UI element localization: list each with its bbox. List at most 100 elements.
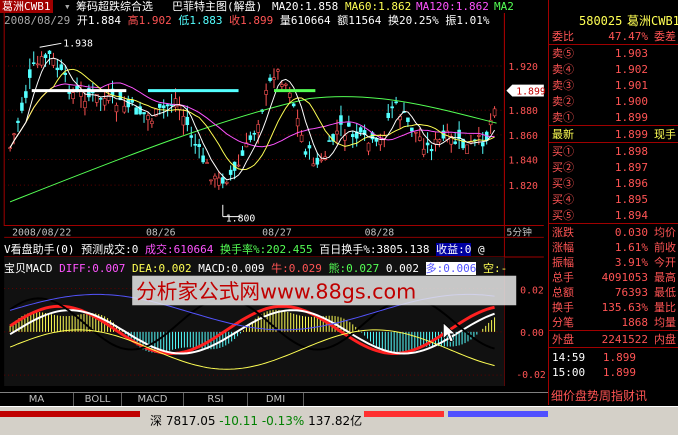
buy-row[interactable]: 买④ 1.895 [552,193,676,206]
indicator-name[interactable]: 筹码超跌综合选 [76,0,153,13]
stat-ext: 均价 [654,226,676,239]
candle-body [55,67,60,71]
index-name: 深 [150,414,163,428]
candle-body [146,115,150,121]
candle-body [315,157,320,165]
low-label: 1.800 [226,214,256,225]
period-label[interactable]: 5分钟 [506,225,532,238]
date-tick: 08/28 [365,227,395,238]
stat-row: 总手 4091053 最高 [552,271,676,284]
index-change: -10.11 [219,414,258,428]
sub2-title[interactable]: 宝贝MACD [4,262,53,275]
candle-body [201,155,205,163]
template-name[interactable]: 巴菲特主图(解盘) [172,0,262,13]
ma120-value: MA120:1.862 [416,0,489,13]
buy-price: 1.895 [614,193,648,206]
divider [549,347,678,348]
index-amount: 137.82亿 [308,414,363,428]
candle-body [165,104,170,107]
stat-label: 换手 [552,301,574,314]
sell-label: 卖④ [552,63,574,76]
sell-label: 卖① [552,111,574,124]
tab-rsi[interactable]: RSI [184,393,248,406]
candle-body [425,142,430,146]
candle-body [394,101,398,104]
candle-body [386,112,390,118]
tab-ma[interactable]: MA [0,393,74,406]
sell-price: 1.902 [614,63,648,76]
neng-value: 熊:0.027 [328,262,380,275]
tab-boll[interactable]: BOLL [74,393,122,406]
diff-value: DIFF:0.007 [59,262,126,275]
buy-row[interactable]: 买⑤ 1.894 [552,209,676,222]
high-marker-line [39,42,62,48]
candle-body [197,144,201,147]
sell-row[interactable]: 卖① 1.899 [552,111,676,124]
stat-value: 135.63% [601,301,648,314]
chevron-down-icon[interactable]: ▾ [64,0,71,13]
candle-body [252,132,257,135]
sell-row[interactable]: 卖③ 1.901 [552,79,676,92]
price-tick: 1.920 [508,62,538,73]
stat-label: 分笔 [552,316,574,329]
index-value: 7817.05 [165,414,216,428]
webi-label: 委比 [552,30,574,43]
stock-name: 葛洲CWB1 [627,14,678,28]
buy-row[interactable]: 买③ 1.896 [552,177,676,190]
stat-value: 3.91% [614,256,648,269]
sell-price: 1.899 [614,111,648,124]
candle-body [158,103,162,108]
stat-ext: 均量 [654,316,676,329]
stat-label: 总手 [552,271,574,284]
sell-row[interactable]: 卖④ 1.902 [552,63,676,76]
outer-label: 外盘 [552,333,574,346]
tab-macd[interactable]: MACD [122,393,184,406]
ma-extra: MA2 [494,0,514,13]
candle-body [272,77,276,81]
candle-body [35,63,40,66]
sell-price: 1.903 [614,47,648,60]
sell-price: 1.901 [614,79,648,92]
candle-body [240,150,245,156]
price-tick: 1.860 [508,131,538,142]
candle-body [291,103,296,107]
stat-label: 涨幅 [552,241,574,254]
stat-row: 分笔 1868 均量 [552,316,676,329]
latest-row: 最新 1.899 现手 [552,128,676,141]
buy-row[interactable]: 买② 1.897 [552,161,676,174]
candle-body [102,98,107,106]
chart-area[interactable]: 1.938 1.800 1.920 1.880 1.860 1.840 1.82… [0,0,548,386]
candle-body [410,127,414,132]
buy-price: 1.897 [614,161,648,174]
sell-row[interactable]: 卖⑤ 1.903 [552,47,676,60]
candle-body [327,140,331,142]
price-tick: 1.820 [508,181,538,192]
sub1-extra: @ [477,243,485,256]
sell-row[interactable]: 卖② 1.900 [552,95,676,108]
candle-body [28,69,32,78]
candle-body [161,105,166,109]
panel-bottom-tabs[interactable]: 细价盘势周指财讯 [551,389,647,403]
candle-body [429,148,434,152]
candle-body [339,115,343,125]
buy-row[interactable]: 买① 1.898 [552,145,676,158]
amount-value: 额11564 [337,14,382,27]
inner-label: 内盘 [654,333,676,346]
turnover-rate-value: 换手率%:202.455 [219,243,313,256]
ma5-line [9,57,495,181]
sub1-title[interactable]: V看盘助手(0) [4,243,75,256]
tab-dmi[interactable]: DMI [248,393,304,406]
current-price-label: 1.899 [516,87,546,98]
buy-label: 买③ [552,177,574,190]
buy-label: 买① [552,145,574,158]
profit-value: 收益:0 [436,243,472,256]
candle-body [59,64,64,70]
stock-name-tag[interactable]: 葛洲CWB1 [0,0,53,13]
candle-body [248,135,253,140]
stat-ext: 最低 [654,286,676,299]
index-ticker[interactable]: 深 7817.05 -10.11 -0.13% 137.82亿 [150,414,362,428]
candle-body [417,136,422,141]
buy-price: 1.894 [614,209,648,222]
stat-value: 1868 [621,316,649,329]
candle-body [185,116,190,126]
